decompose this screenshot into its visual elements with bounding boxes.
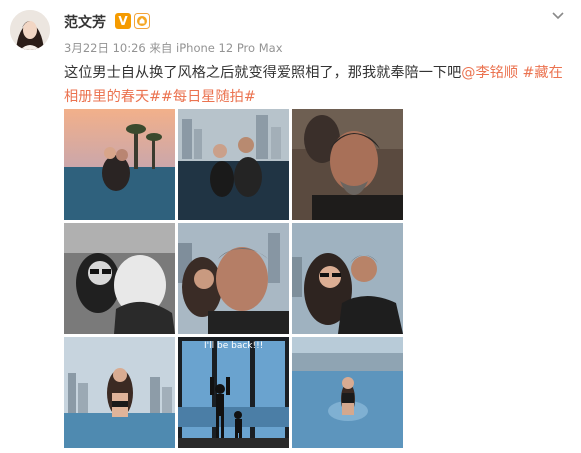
image-thumbnail-6[interactable]: [292, 223, 403, 334]
avatar[interactable]: [10, 10, 50, 50]
couple-infinity-pool-photo: [178, 109, 289, 220]
man-selfie-photo: [292, 109, 403, 220]
post-text: 这位男士自从换了风格之后就变得爱照相了，那我就奉陪一下吧@李铭顺 #藏在相册里的…: [64, 61, 569, 109]
woman-pool-water-photo: [292, 337, 403, 448]
image-thumbnail-7[interactable]: [64, 337, 175, 448]
image-thumbnail-2[interactable]: [178, 109, 289, 220]
couple-closeup-photo: [292, 223, 403, 334]
couple-sunset-pool-photo: [64, 109, 175, 220]
image-grid: I'll be back!!!: [64, 109, 403, 448]
woman-rooftop-pool-photo: [64, 337, 175, 448]
verified-badge-icon: V: [115, 13, 131, 29]
image-thumbnail-4[interactable]: [64, 223, 175, 334]
image-caption: I'll be back!!!: [204, 341, 264, 351]
window-silhouettes-photo: [178, 337, 289, 448]
image-thumbnail-5[interactable]: [178, 223, 289, 334]
image-thumbnail-1[interactable]: [64, 109, 175, 220]
user-badges: V: [115, 13, 150, 29]
fan-badge-icon[interactable]: [134, 13, 150, 29]
image-thumbnail-9[interactable]: [292, 337, 403, 448]
hashtag-link-2[interactable]: #每日星随拍#: [161, 89, 256, 105]
username[interactable]: 范文芳: [64, 12, 106, 32]
mention-link[interactable]: @李铭顺: [461, 65, 518, 81]
image-thumbnail-3[interactable]: [292, 109, 403, 220]
couple-skyline-selfie-photo: [178, 223, 289, 334]
image-thumbnail-8[interactable]: I'll be back!!!: [178, 337, 289, 448]
post-body-text: 这位男士自从换了风格之后就变得爱照相了，那我就奉陪一下吧: [64, 65, 462, 81]
bw-couple-photo: [64, 223, 175, 334]
chevron-down-icon[interactable]: [551, 9, 565, 23]
post-meta: 3月22日 10:26 来自 iPhone 12 Pro Max: [64, 41, 283, 55]
